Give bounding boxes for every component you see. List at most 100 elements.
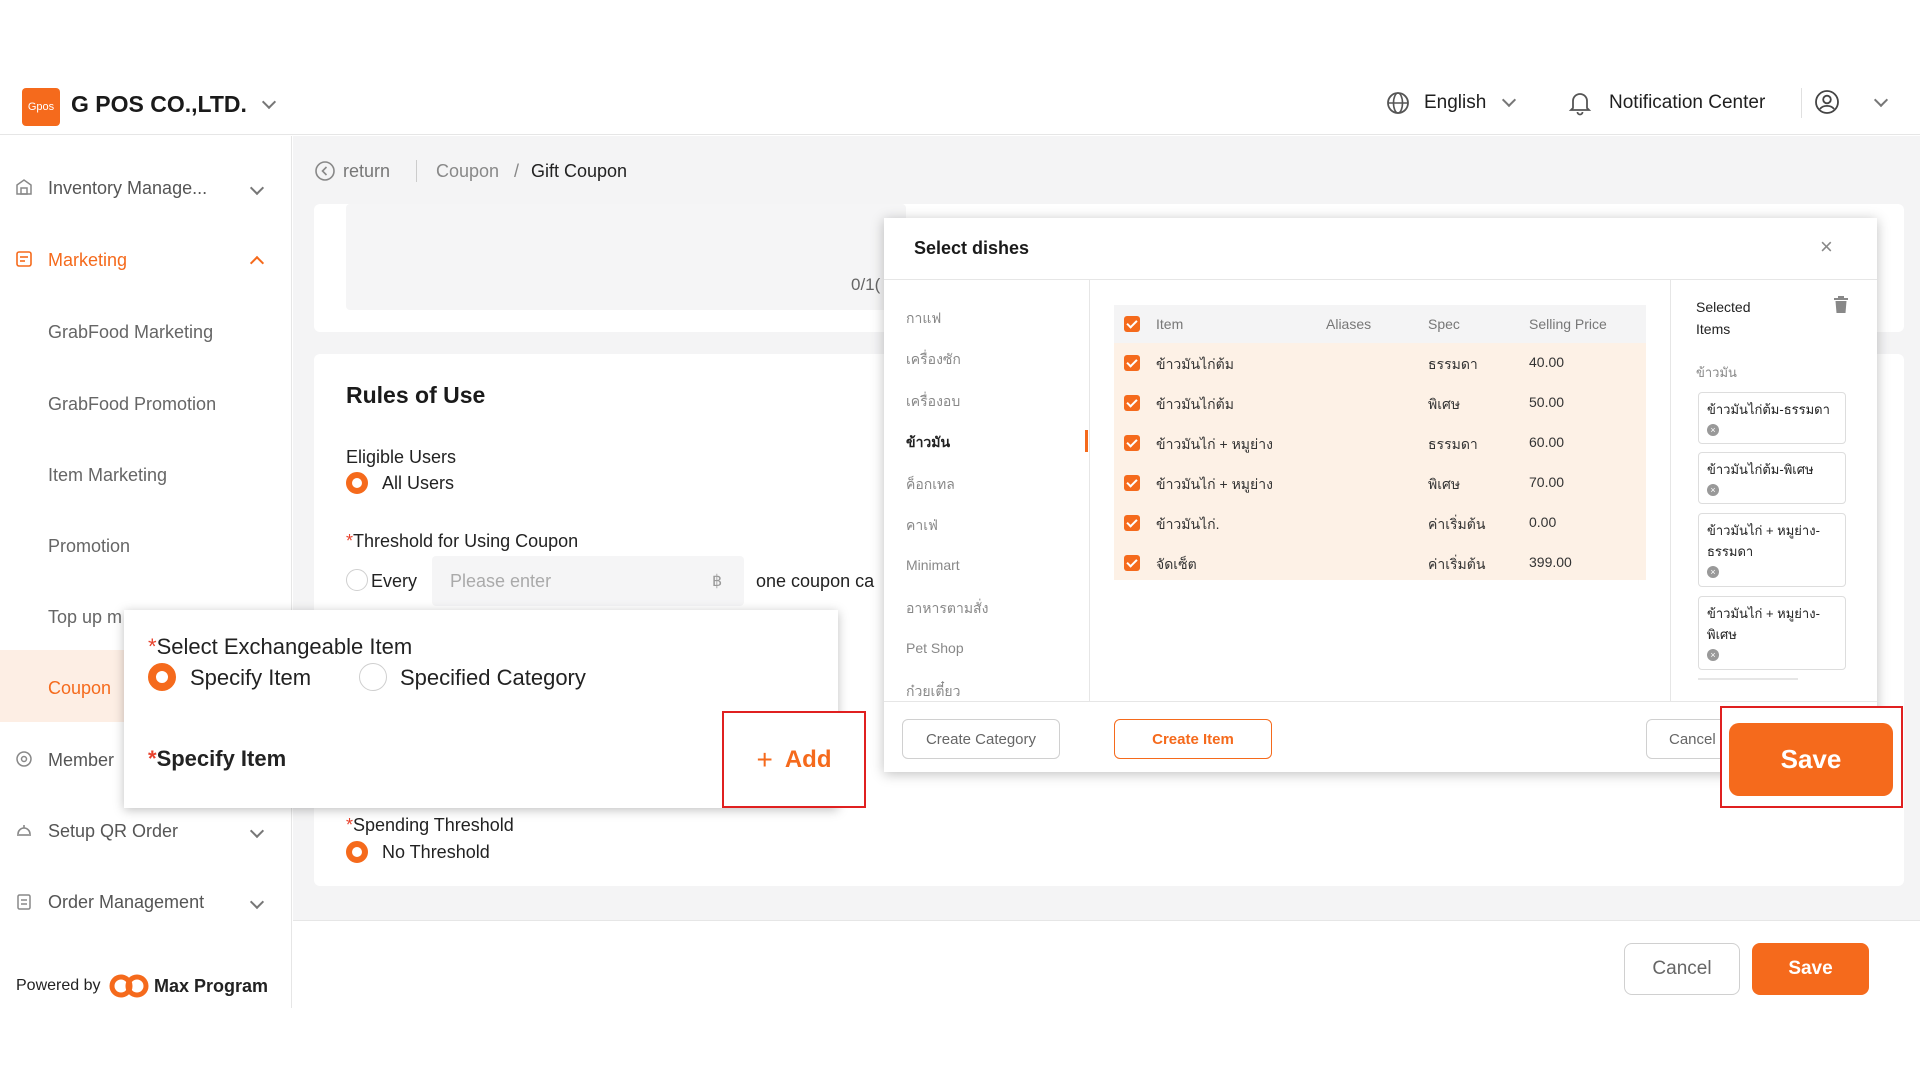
- selected-chip[interactable]: ข้าวมันไก่ + หมูย่าง-พิเศษ ×: [1698, 596, 1846, 670]
- sidebar-item-marketing[interactable]: Marketing: [0, 230, 292, 290]
- return-arrow-icon[interactable]: [314, 160, 336, 182]
- char-counter: 0/1(: [851, 275, 881, 294]
- category-item[interactable]: เครื่องอบ: [906, 391, 960, 413]
- sidebar-item-label: Inventory Manage...: [48, 177, 208, 198]
- category-item[interactable]: คาเฟ่: [906, 515, 938, 537]
- max-program-logo-icon: [108, 972, 150, 1000]
- table-row[interactable]: ข้าวมันไก่ต้ม ธรรมดา 40.00: [1114, 343, 1646, 383]
- chevron-down-icon: [249, 894, 265, 910]
- required-mark: *: [148, 634, 157, 659]
- return-link[interactable]: return: [343, 161, 390, 182]
- radio-all-users[interactable]: [346, 472, 368, 494]
- sidebar-item-grabfood-marketing[interactable]: GrabFood Marketing: [48, 322, 213, 343]
- language-selector[interactable]: English: [1424, 92, 1486, 114]
- globe-icon[interactable]: [1386, 91, 1410, 115]
- user-avatar-icon[interactable]: [1814, 89, 1840, 115]
- table-row[interactable]: ข้าวมันไก่. ค่าเริ่มต้น 0.00: [1114, 503, 1646, 543]
- sidebar-item-coupon[interactable]: Coupon: [48, 678, 111, 699]
- create-category-button[interactable]: Create Category: [902, 719, 1060, 759]
- breadcrumb-coupon[interactable]: Coupon: [436, 161, 499, 182]
- category-item[interactable]: ค็อกเทล: [906, 474, 955, 496]
- selected-chip[interactable]: ข้าวมันไก่ต้ม-พิเศษ ×: [1698, 452, 1846, 504]
- row-checkbox[interactable]: [1124, 435, 1140, 451]
- category-item[interactable]: Minimart: [906, 557, 960, 573]
- select-exchangeable-text: Select Exchangeable Item: [156, 634, 413, 659]
- marketing-icon: [15, 250, 35, 270]
- sidebar-item-inventory[interactable]: Inventory Manage...: [0, 158, 292, 218]
- chip-label: ข้าวมันไก่ต้ม-ธรรมดา: [1707, 402, 1830, 417]
- radio-no-threshold[interactable]: [346, 841, 368, 863]
- chevron-down-icon[interactable]: [261, 94, 277, 110]
- remove-icon[interactable]: ×: [1707, 424, 1719, 436]
- sidebar-item-setup-qr-order[interactable]: Setup QR Order: [0, 801, 292, 861]
- description-textarea[interactable]: [346, 204, 906, 310]
- dialog-save-button[interactable]: Save: [1729, 723, 1893, 796]
- trash-icon[interactable]: [1833, 296, 1849, 314]
- category-item[interactable]: เครื่องซัก: [906, 349, 961, 371]
- category-item-active[interactable]: ข้าวมัน: [906, 432, 950, 454]
- remove-icon[interactable]: ×: [1707, 566, 1719, 578]
- every-label: Every: [371, 571, 418, 591]
- table-row[interactable]: จัดเซ็ต ค่าเริ่มต้น 399.00: [1114, 543, 1646, 580]
- sidebar-item-label: Marketing: [48, 249, 128, 270]
- sidebar-item-top-up[interactable]: Top up m: [48, 607, 122, 628]
- plus-icon: +: [756, 743, 773, 775]
- row-checkbox[interactable]: [1124, 355, 1140, 371]
- row-item: ข้าวมันไก่ต้ม: [1156, 396, 1234, 412]
- chevron-down-icon[interactable]: [1501, 92, 1517, 108]
- bell-icon[interactable]: [1568, 90, 1592, 116]
- radio-specified-category[interactable]: [359, 663, 387, 691]
- table-row[interactable]: ข้าวมันไก่ + หมูย่าง ธรรมดา 60.00: [1114, 423, 1646, 463]
- row-price: 399.00: [1529, 554, 1572, 570]
- select-exchangeable-label: *Select Exchangeable Item: [148, 634, 412, 660]
- notification-center-link[interactable]: Notification Center: [1609, 92, 1765, 114]
- company-name[interactable]: G POS CO.,LTD.: [71, 91, 247, 118]
- all-users-label: All Users: [382, 473, 455, 493]
- row-spec: ธรรมดา: [1428, 356, 1478, 372]
- sidebar-item-item-marketing[interactable]: Item Marketing: [48, 465, 167, 486]
- add-item-button[interactable]: + Add: [722, 711, 866, 808]
- category-item[interactable]: ก๋วยเตี๋ยว: [906, 681, 960, 703]
- create-item-button[interactable]: Create Item: [1114, 719, 1272, 759]
- chevron-down-icon[interactable]: [1873, 92, 1889, 108]
- row-spec: พิเศษ: [1428, 476, 1461, 492]
- radio-specify-item[interactable]: [148, 663, 176, 691]
- rules-title: Rules of Use: [346, 382, 486, 408]
- column-header: Spec: [1428, 316, 1460, 332]
- top-header: Gpos G POS CO.,LTD. English Notification…: [0, 75, 1920, 135]
- divider: [1670, 280, 1671, 701]
- row-item: ข้าวมันไก่ต้ม: [1156, 356, 1234, 372]
- radio-every[interactable]: [346, 569, 368, 591]
- dish-table: Item Aliases Spec Selling Price ข้าวมันไ…: [1114, 305, 1646, 580]
- sidebar-item-promotion[interactable]: Promotion: [48, 536, 130, 557]
- select-all-checkbox[interactable]: [1124, 316, 1140, 332]
- row-checkbox[interactable]: [1124, 515, 1140, 531]
- currency-symbol: ฿: [712, 573, 723, 590]
- divider: [416, 160, 417, 182]
- row-checkbox[interactable]: [1124, 555, 1140, 571]
- remove-icon[interactable]: ×: [1707, 649, 1719, 661]
- close-icon[interactable]: ×: [1820, 234, 1833, 260]
- row-checkbox[interactable]: [1124, 395, 1140, 411]
- required-mark: *: [148, 746, 157, 771]
- threshold-label: *Threshold for Using Coupon: [346, 531, 578, 552]
- row-spec: ธรรมดา: [1428, 436, 1478, 452]
- category-item[interactable]: อาหารตามสั่ง: [906, 598, 988, 620]
- sidebar-item-order-management[interactable]: Order Management: [0, 872, 292, 932]
- table-row[interactable]: ข้าวมันไก่ + หมูย่าง พิเศษ 70.00: [1114, 463, 1646, 503]
- required-mark: *: [346, 815, 354, 835]
- category-item[interactable]: กาแฟ: [906, 308, 941, 330]
- selected-items-title: Selected Items: [1696, 299, 1751, 337]
- row-checkbox[interactable]: [1124, 475, 1140, 491]
- threshold-label-text: Threshold for Using Coupon: [353, 531, 579, 551]
- save-button[interactable]: Save: [1752, 943, 1869, 995]
- cancel-button[interactable]: Cancel: [1624, 943, 1740, 995]
- remove-icon[interactable]: ×: [1707, 484, 1719, 496]
- table-row[interactable]: ข้าวมันไก่ต้ม พิเศษ 50.00: [1114, 383, 1646, 423]
- selected-chip[interactable]: ข้าวมันไก่ต้ม-ธรรมดา ×: [1698, 392, 1846, 444]
- sidebar-item-grabfood-promotion[interactable]: GrabFood Promotion: [48, 394, 216, 415]
- threshold-input[interactable]: Please enter ฿: [432, 556, 744, 606]
- selected-chip[interactable]: ข้าวมันไก่ + หมูย่าง-ธรรมดา ×: [1698, 513, 1846, 587]
- specify-item-label: *Specify Item: [148, 746, 286, 772]
- category-item[interactable]: Pet Shop: [906, 640, 964, 656]
